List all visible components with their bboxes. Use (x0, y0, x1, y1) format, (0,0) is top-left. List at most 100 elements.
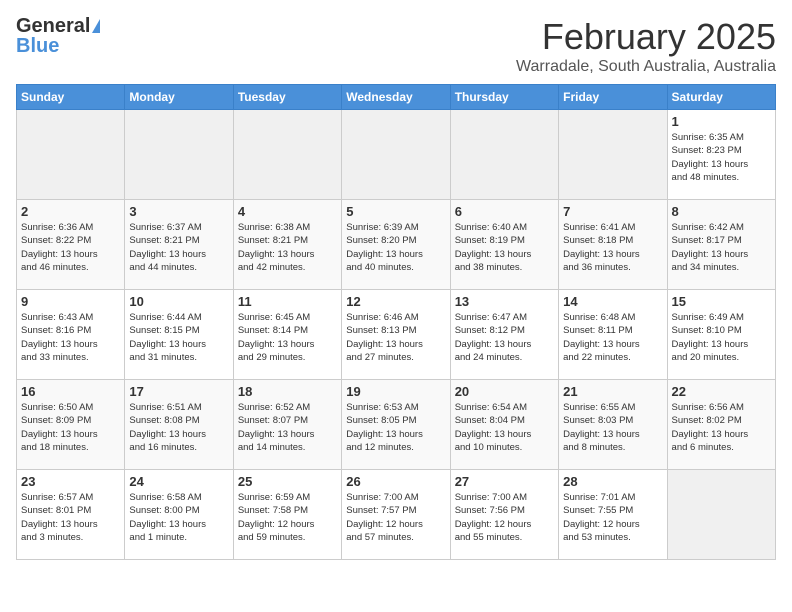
calendar-cell: 19 Sunrise: 6:53 AM Sunset: 8:05 PM Dayli… (342, 380, 450, 470)
day-info: Sunrise: 6:57 AM Sunset: 8:01 PM Dayligh… (21, 491, 120, 544)
calendar-cell: 15 Sunrise: 6:49 AM Sunset: 8:10 PM Dayli… (667, 290, 775, 380)
day-number: 16 (21, 384, 120, 399)
day-info: Sunrise: 6:54 AM Sunset: 8:04 PM Dayligh… (455, 401, 554, 454)
day-info: Sunrise: 6:52 AM Sunset: 8:07 PM Dayligh… (238, 401, 337, 454)
calendar-header-row: SundayMondayTuesdayWednesdayThursdayFrid… (17, 85, 776, 110)
day-info: Sunrise: 6:39 AM Sunset: 8:20 PM Dayligh… (346, 221, 445, 274)
calendar-cell: 12 Sunrise: 6:46 AM Sunset: 8:13 PM Dayli… (342, 290, 450, 380)
logo-general-text: General (16, 16, 90, 36)
day-number: 25 (238, 474, 337, 489)
calendar-cell: 5 Sunrise: 6:39 AM Sunset: 8:20 PM Daylig… (342, 200, 450, 290)
day-number: 10 (129, 294, 228, 309)
day-info: Sunrise: 6:44 AM Sunset: 8:15 PM Dayligh… (129, 311, 228, 364)
day-number: 12 (346, 294, 445, 309)
calendar-cell: 4Sunrise: 6:38 AM Sunset: 8:21 PM Daylig… (233, 200, 341, 290)
calendar-table: SundayMondayTuesdayWednesdayThursdayFrid… (16, 84, 776, 560)
calendar-cell: 25 Sunrise: 6:59 AM Sunset: 7:58 PM Dayli… (233, 470, 341, 560)
calendar-cell: 2 Sunrise: 6:36 AM Sunset: 8:22 PM Daylig… (17, 200, 125, 290)
page-header: General Blue February 2025 Warradale, So… (16, 16, 776, 76)
day-number: 6 (455, 204, 554, 219)
day-number: 7 (563, 204, 662, 219)
calendar-cell: 22 Sunrise: 6:56 AM Sunset: 8:02 PM Dayli… (667, 380, 775, 470)
day-number: 11 (238, 294, 337, 309)
day-info: Sunrise: 6:42 AM Sunset: 8:17 PM Dayligh… (672, 221, 771, 274)
day-number: 27 (455, 474, 554, 489)
day-number: 23 (21, 474, 120, 489)
calendar-cell: 23 Sunrise: 6:57 AM Sunset: 8:01 PM Dayli… (17, 470, 125, 560)
logo: General Blue (16, 16, 100, 56)
calendar-cell: 8 Sunrise: 6:42 AM Sunset: 8:17 PM Daylig… (667, 200, 775, 290)
calendar-cell: 10 Sunrise: 6:44 AM Sunset: 8:15 PM Dayli… (125, 290, 233, 380)
day-number: 22 (672, 384, 771, 399)
day-header-friday: Friday (559, 85, 667, 110)
day-number: 5 (346, 204, 445, 219)
day-info: Sunrise: 6:36 AM Sunset: 8:22 PM Dayligh… (21, 221, 120, 274)
day-header-thursday: Thursday (450, 85, 558, 110)
month-title: February 2025 (516, 16, 776, 58)
day-number: 20 (455, 384, 554, 399)
day-number: 17 (129, 384, 228, 399)
calendar-cell: 18 Sunrise: 6:52 AM Sunset: 8:07 PM Dayli… (233, 380, 341, 470)
calendar-cell (233, 110, 341, 200)
day-info: Sunrise: 6:49 AM Sunset: 8:10 PM Dayligh… (672, 311, 771, 364)
day-info: Sunrise: 6:53 AM Sunset: 8:05 PM Dayligh… (346, 401, 445, 454)
day-info: Sunrise: 6:43 AM Sunset: 8:16 PM Dayligh… (21, 311, 120, 364)
calendar-cell: 1Sunrise: 6:35 AM Sunset: 8:23 PM Daylig… (667, 110, 775, 200)
day-number: 13 (455, 294, 554, 309)
day-number: 14 (563, 294, 662, 309)
day-number: 8 (672, 204, 771, 219)
calendar-cell: 13 Sunrise: 6:47 AM Sunset: 8:12 PM Dayli… (450, 290, 558, 380)
day-info: Sunrise: 6:56 AM Sunset: 8:02 PM Dayligh… (672, 401, 771, 454)
day-info: Sunrise: 6:45 AM Sunset: 8:14 PM Dayligh… (238, 311, 337, 364)
calendar-cell: 28 Sunrise: 7:01 AM Sunset: 7:55 PM Dayli… (559, 470, 667, 560)
calendar-cell (342, 110, 450, 200)
day-number: 2 (21, 204, 120, 219)
day-number: 15 (672, 294, 771, 309)
day-number: 24 (129, 474, 228, 489)
day-number: 18 (238, 384, 337, 399)
day-number: 4 (238, 204, 337, 219)
calendar-week-2: 2 Sunrise: 6:36 AM Sunset: 8:22 PM Daylig… (17, 200, 776, 290)
location-title: Warradale, South Australia, Australia (516, 58, 776, 76)
calendar-cell: 9 Sunrise: 6:43 AM Sunset: 8:16 PM Daylig… (17, 290, 125, 380)
calendar-cell: 17 Sunrise: 6:51 AM Sunset: 8:08 PM Dayli… (125, 380, 233, 470)
day-info: Sunrise: 6:48 AM Sunset: 8:11 PM Dayligh… (563, 311, 662, 364)
logo-blue-text: Blue (16, 36, 59, 56)
calendar-cell (125, 110, 233, 200)
day-info: Sunrise: 6:51 AM Sunset: 8:08 PM Dayligh… (129, 401, 228, 454)
day-number: 19 (346, 384, 445, 399)
calendar-cell (450, 110, 558, 200)
calendar-cell: 20 Sunrise: 6:54 AM Sunset: 8:04 PM Dayli… (450, 380, 558, 470)
day-info: Sunrise: 6:47 AM Sunset: 8:12 PM Dayligh… (455, 311, 554, 364)
day-number: 21 (563, 384, 662, 399)
calendar-week-3: 9 Sunrise: 6:43 AM Sunset: 8:16 PM Daylig… (17, 290, 776, 380)
calendar-cell: 26 Sunrise: 7:00 AM Sunset: 7:57 PM Dayli… (342, 470, 450, 560)
calendar-cell: 3Sunrise: 6:37 AM Sunset: 8:21 PM Daylig… (125, 200, 233, 290)
day-info: Sunrise: 7:01 AM Sunset: 7:55 PM Dayligh… (563, 491, 662, 544)
day-number: 3 (129, 204, 228, 219)
calendar-cell (667, 470, 775, 560)
day-header-sunday: Sunday (17, 85, 125, 110)
day-header-wednesday: Wednesday (342, 85, 450, 110)
calendar-week-5: 23 Sunrise: 6:57 AM Sunset: 8:01 PM Dayli… (17, 470, 776, 560)
calendar-cell (559, 110, 667, 200)
day-number: 26 (346, 474, 445, 489)
day-info: Sunrise: 6:50 AM Sunset: 8:09 PM Dayligh… (21, 401, 120, 454)
day-header-saturday: Saturday (667, 85, 775, 110)
day-number: 1 (672, 114, 771, 129)
day-info: Sunrise: 6:41 AM Sunset: 8:18 PM Dayligh… (563, 221, 662, 274)
day-number: 28 (563, 474, 662, 489)
day-info: Sunrise: 6:59 AM Sunset: 7:58 PM Dayligh… (238, 491, 337, 544)
day-info: Sunrise: 6:46 AM Sunset: 8:13 PM Dayligh… (346, 311, 445, 364)
calendar-cell: 7 Sunrise: 6:41 AM Sunset: 8:18 PM Daylig… (559, 200, 667, 290)
day-info: Sunrise: 7:00 AM Sunset: 7:57 PM Dayligh… (346, 491, 445, 544)
day-info: Sunrise: 6:40 AM Sunset: 8:19 PM Dayligh… (455, 221, 554, 274)
calendar-week-1: 1Sunrise: 6:35 AM Sunset: 8:23 PM Daylig… (17, 110, 776, 200)
day-header-monday: Monday (125, 85, 233, 110)
calendar-cell: 24Sunrise: 6:58 AM Sunset: 8:00 PM Dayli… (125, 470, 233, 560)
title-block: February 2025 Warradale, South Australia… (516, 16, 776, 76)
calendar-cell: 27Sunrise: 7:00 AM Sunset: 7:56 PM Dayli… (450, 470, 558, 560)
day-header-tuesday: Tuesday (233, 85, 341, 110)
calendar-week-4: 16 Sunrise: 6:50 AM Sunset: 8:09 PM Dayli… (17, 380, 776, 470)
day-number: 9 (21, 294, 120, 309)
